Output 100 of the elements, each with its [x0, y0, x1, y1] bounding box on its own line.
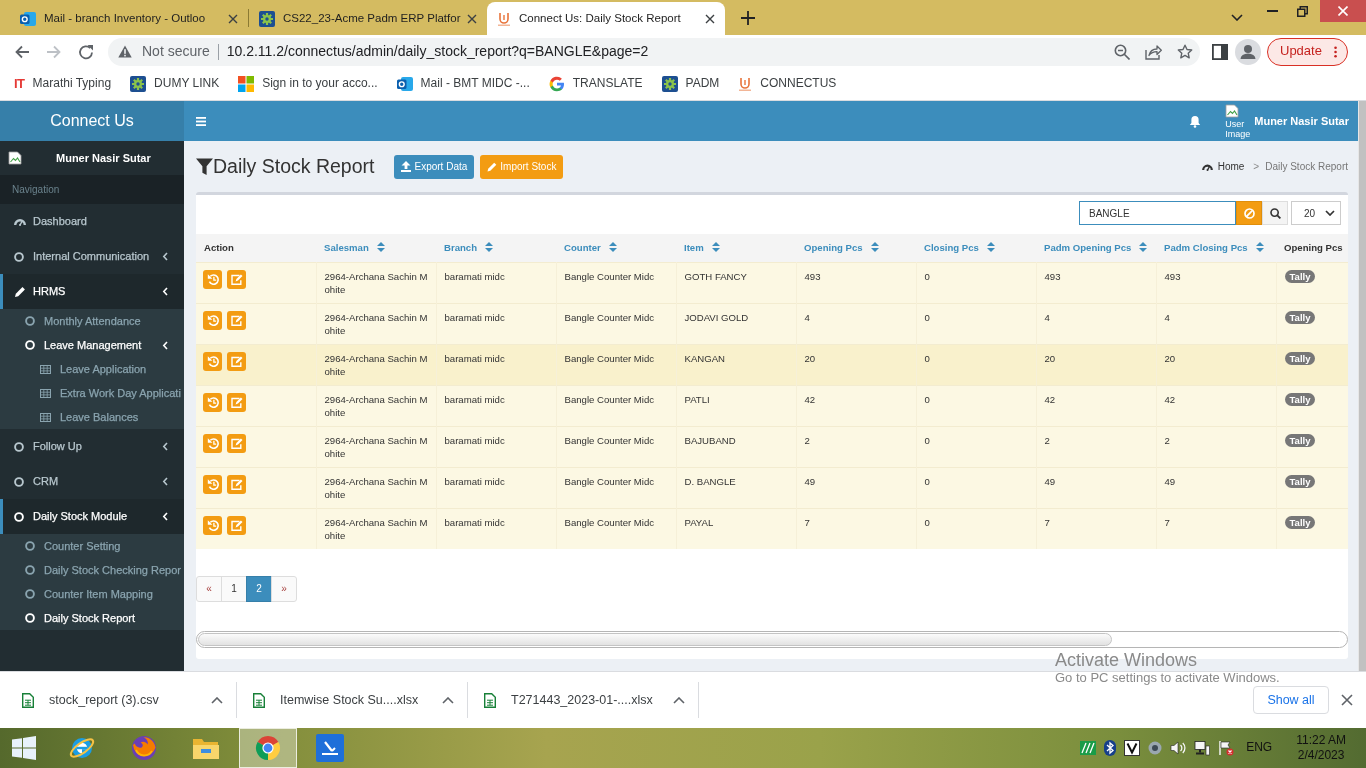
browser-tab[interactable]: Mail - branch Inventory - Outloo: [10, 2, 248, 35]
edit-button[interactable]: [227, 351, 246, 371]
horizontal-scrollbar[interactable]: [196, 630, 1348, 648]
update-button[interactable]: Update: [1267, 37, 1348, 66]
submenu-item[interactable]: Counter Item Mapping: [0, 582, 184, 606]
bookmark[interactable]: IT Marathi Typing: [14, 76, 112, 92]
export-button[interactable]: Export Data: [394, 154, 475, 179]
search-button[interactable]: [1262, 201, 1288, 225]
breadcrumb-link[interactable]: Home: [1201, 160, 1245, 173]
undo-button[interactable]: [203, 433, 222, 453]
zoom-out-icon[interactable]: [1114, 43, 1130, 60]
bookmark[interactable]: PADM: [661, 76, 720, 92]
close-downloads-button[interactable]: [1341, 694, 1353, 706]
edit-button[interactable]: [227, 474, 246, 494]
sidebar-item[interactable]: HRMS: [0, 274, 184, 309]
flag-icon[interactable]: [1218, 740, 1235, 756]
warning-icon: [118, 45, 132, 58]
speaker-icon[interactable]: [1170, 740, 1187, 756]
bookmark[interactable]: DUMY LINK: [130, 76, 220, 92]
g-logo-icon: [548, 76, 565, 92]
language-indicator[interactable]: ENG: [1246, 740, 1273, 756]
close-icon[interactable]: [705, 13, 715, 24]
vertical-scrollbar[interactable]: [1358, 101, 1366, 671]
edit-button[interactable]: [227, 310, 246, 330]
page-link[interactable]: «: [196, 575, 222, 602]
submenu-item[interactable]: Daily Stock Checking Repor: [0, 558, 184, 582]
edit-button[interactable]: [227, 515, 246, 535]
gear-tile-icon: [661, 76, 678, 92]
close-icon[interactable]: [467, 13, 477, 24]
sidebar-item[interactable]: Follow Up: [0, 429, 184, 464]
search-field[interactable]: BANGLE: [1079, 201, 1236, 225]
column-header[interactable]: Padm Opening Pcs: [1036, 234, 1156, 262]
side-panel-icon[interactable]: [1212, 43, 1228, 60]
submenu-item[interactable]: Leave Application: [0, 357, 184, 381]
submenu-item[interactable]: Leave Management: [0, 333, 184, 357]
address-bar[interactable]: Not secure 10.2.11.2/connectus/admin/daily_stock_report?q=BANGLE&page=2: [108, 37, 1200, 66]
app-brand[interactable]: Connect Us: [0, 101, 184, 141]
download-file-name[interactable]: T271443_2023-01-....xlsx: [511, 691, 669, 709]
show-all-button[interactable]: Show all: [1253, 686, 1329, 714]
undo-button[interactable]: [203, 310, 222, 330]
chevron-tile-icon[interactable]: [1124, 740, 1141, 756]
star-icon[interactable]: [1177, 43, 1193, 60]
undo-button[interactable]: [203, 269, 222, 289]
url-text[interactable]: 10.2.11.2/connectus/admin/daily_stock_report?q=BANGLE&page=2: [226, 42, 649, 61]
page-size-select[interactable]: 20: [1291, 201, 1341, 225]
scrollbar-thumb[interactable]: [198, 632, 1112, 646]
security-chip[interactable]: Not secure: [118, 42, 210, 61]
clock-date[interactable]: 2/4/2023: [1297, 748, 1345, 763]
bookmark[interactable]: TRANSLATE: [548, 76, 643, 92]
bell-icon[interactable]: [1189, 114, 1202, 128]
column-header[interactable]: Closing Pcs: [916, 234, 1036, 262]
bookmark[interactable]: Mail - BMT MIDC -...: [396, 76, 530, 92]
undo-button[interactable]: [203, 515, 222, 535]
sidebar-item[interactable]: Internal Communication: [0, 239, 184, 274]
page-link[interactable]: 1: [221, 575, 247, 602]
undo-button[interactable]: [203, 474, 222, 494]
browser-tab[interactable]: Connect Us: Daily Stock Report: [487, 2, 725, 35]
close-icon[interactable]: [228, 13, 238, 24]
column-header[interactable]: Opening Pcs: [796, 234, 916, 262]
submenu-item[interactable]: Daily Stock Report: [0, 606, 184, 630]
windows-logo-icon: [12, 736, 36, 760]
edit-button[interactable]: [227, 392, 246, 412]
network-icon[interactable]: [1194, 740, 1211, 756]
striped-tile-icon[interactable]: [1080, 741, 1097, 755]
column-header[interactable]: Item: [676, 234, 796, 262]
undo-button[interactable]: [203, 351, 222, 371]
bluetooth-icon[interactable]: [1104, 740, 1117, 756]
sidebar-item[interactable]: Dashboard: [0, 204, 184, 239]
sidebar-item[interactable]: CRM: [0, 464, 184, 499]
taskbar-app-button[interactable]: [239, 728, 297, 768]
download-file-name[interactable]: stock_report (3).csv: [49, 691, 207, 709]
lens-icon[interactable]: [1148, 741, 1163, 755]
edit-icon: [230, 437, 243, 449]
submenu-item[interactable]: Counter Setting: [0, 534, 184, 558]
circle-icon: [14, 476, 24, 487]
column-header[interactable]: Branch: [436, 234, 556, 262]
table-cell: PAYAL: [676, 508, 796, 549]
undo-button[interactable]: [203, 392, 222, 412]
sidebar-item[interactable]: Daily Stock Module: [0, 499, 184, 534]
column-header[interactable]: Padm Closing Pcs: [1156, 234, 1276, 262]
flame-globe-icon: [130, 734, 158, 762]
submenu-item[interactable]: Monthly Attendance: [0, 309, 184, 333]
clock-time[interactable]: 11:22 AM: [1296, 733, 1346, 748]
column-header[interactable]: Counter: [556, 234, 676, 262]
table-cell: Bangle Counter Midc: [556, 508, 676, 549]
avatar-icon[interactable]: [1235, 38, 1261, 65]
column-header[interactable]: Salesman: [316, 234, 436, 262]
download-file-name[interactable]: Itemwise Stock Su....xlsx: [280, 691, 438, 709]
bookmark[interactable]: Sign in to your acco...: [238, 76, 378, 92]
edit-button[interactable]: [227, 269, 246, 289]
bookmark[interactable]: CONNECTUS: [738, 76, 837, 92]
page-link[interactable]: 2: [246, 575, 272, 602]
share-icon[interactable]: [1145, 43, 1162, 60]
user-name[interactable]: Muner Nasir Sutar: [1254, 113, 1349, 129]
edit-button[interactable]: [227, 433, 246, 453]
submenu-item[interactable]: Leave Balances: [0, 405, 184, 429]
submenu-item[interactable]: Extra Work Day Applicati: [0, 381, 184, 405]
sidebar-toggle-button[interactable]: [196, 116, 206, 126]
browser-tab[interactable]: CS22_23-Acme Padm ERP Platfor: [249, 2, 487, 35]
page-link[interactable]: »: [271, 575, 297, 602]
